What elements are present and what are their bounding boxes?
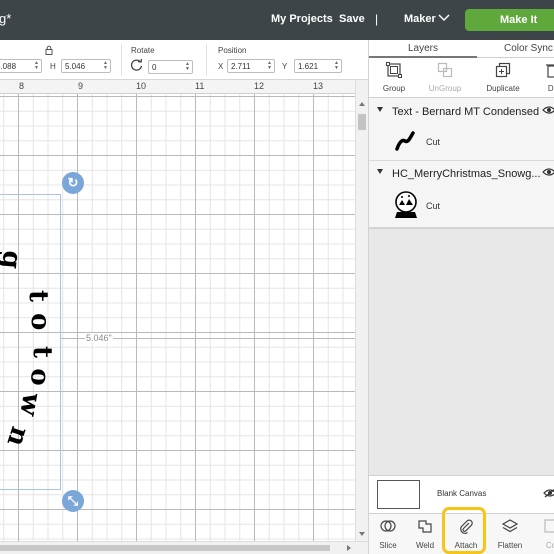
y-stepper-icon[interactable]: ▲ ▼ [334, 61, 339, 71]
layer-group-header[interactable]: Text - Bernard MT Condensed [369, 101, 554, 123]
arc-letter: o [25, 313, 55, 330]
group-icon [386, 62, 402, 78]
top-bar: g* My Projects Save | Maker Make It [0, 0, 554, 40]
panel-tabs: Layers Color Sync [369, 40, 554, 58]
x-position-field[interactable]: 2.711 ▲ ▼ [227, 59, 275, 73]
rotate-stepper-icon[interactable]: ▲ ▼ [185, 62, 190, 72]
toolbar-divider [206, 44, 207, 76]
duplicate-label: Duplicate [486, 84, 520, 93]
canvas-swatch[interactable] [377, 480, 420, 509]
arc-letter: t [27, 346, 57, 358]
contour-icon [544, 519, 554, 533]
layers-toolbar: Group UnGroup Duplicate D [369, 58, 554, 98]
layer-operation: Cut [426, 201, 441, 211]
rotate-value: 0 [152, 63, 157, 72]
rotate-icon[interactable] [130, 58, 144, 72]
design-canvas[interactable]: 8 9 10 11 12 13 5.046" g t o t o w n ↻ ⤡ [0, 80, 355, 541]
weld-icon [418, 520, 432, 533]
y-value: 1.621 [298, 62, 319, 71]
scroll-right-icon[interactable] [347, 545, 351, 551]
layer-group-name: HC_MerryChristmas_Snowg... [392, 168, 541, 180]
contour-label: Co [545, 541, 554, 550]
snowglobe-icon [395, 191, 417, 218]
rotate-label: Rotate [131, 46, 155, 55]
flatten-button[interactable]: Flatten [491, 514, 529, 554]
height-field[interactable]: 5.046 ▲ ▼ [61, 59, 111, 73]
make-it-button[interactable]: Make It [465, 9, 554, 31]
x-value: 2.711 [231, 62, 251, 71]
edit-toolbar: 6.088 ▲▼ H 5.046 ▲▼ Rotate 0 ▲▼ Position… [0, 40, 368, 80]
toolbar-divider [121, 44, 122, 76]
chevron-down-icon[interactable] [437, 11, 451, 25]
group-label: Group [382, 84, 406, 93]
scroll-down-icon[interactable] [359, 532, 365, 536]
arc-letter: t [23, 290, 53, 302]
vertical-scroll-thumb[interactable] [358, 114, 366, 130]
save-link[interactable]: Save [339, 13, 365, 25]
scroll-up-icon[interactable] [359, 102, 365, 106]
height-value: 5.046 [65, 62, 86, 71]
weld-button[interactable]: Weld [406, 514, 444, 554]
width-stepper-icon[interactable]: ▲ ▼ [34, 61, 39, 71]
my-projects-link[interactable]: My Projects [271, 13, 333, 25]
x-stepper-icon[interactable]: ▲ ▼ [267, 61, 272, 71]
layers-empty-area [369, 228, 554, 475]
expand-triangle-icon[interactable] [377, 107, 383, 112]
lock-icon[interactable] [44, 45, 54, 55]
width-field[interactable]: 6.088 ▲▼ [0, 59, 42, 73]
position-label: Position [218, 46, 247, 55]
text-glyph-icon [395, 131, 415, 151]
canvas-vertical-scrollbar[interactable] [355, 80, 368, 541]
horizontal-scroll-thumb[interactable] [0, 545, 330, 551]
blank-canvas-label: Blank Canvas [437, 489, 487, 498]
tab-layers[interactable]: Layers [408, 43, 438, 54]
contour-button[interactable]: Co [532, 514, 554, 554]
eye-icon[interactable] [542, 167, 554, 177]
tab-color-sync[interactable]: Color Sync [504, 43, 553, 54]
layer-row[interactable]: Cut [369, 123, 554, 161]
project-title: g* [0, 11, 12, 26]
eye-hidden-icon[interactable] [543, 488, 554, 498]
layers-panel: Layers Color Sync Group UnGroup Duplicat… [368, 40, 554, 554]
layer-operation: Cut [426, 137, 441, 147]
curved-text-design[interactable]: g t o t o w n [0, 80, 355, 541]
layer-group-header[interactable]: HC_MerryChristmas_Snowg... [369, 163, 554, 185]
layer-row[interactable]: Cut [369, 185, 554, 228]
arc-letter: g [0, 249, 27, 270]
width-value: 6.088 [0, 62, 17, 71]
layer-group-name: Text - Bernard MT Condensed [392, 106, 540, 118]
group-button[interactable]: Group [374, 58, 414, 98]
rotate-field[interactable]: 0 ▲ ▼ [148, 60, 193, 74]
machine-selector[interactable]: Maker [404, 13, 436, 25]
resize-handle-icon[interactable]: ⤡ [62, 490, 84, 512]
expand-triangle-icon[interactable] [377, 169, 383, 174]
rotate-handle-icon[interactable]: ↻ [62, 172, 84, 194]
topbar-separator: | [375, 12, 379, 26]
ungroup-label: UnGroup [428, 84, 462, 93]
arc-letter: o [24, 368, 55, 387]
delete-button[interactable]: De [533, 58, 554, 98]
x-label: X [218, 62, 224, 71]
flatten-icon [502, 519, 518, 533]
ungroup-button[interactable]: UnGroup [425, 58, 465, 98]
canvas-horizontal-scrollbar[interactable] [0, 541, 368, 554]
delete-icon [546, 64, 554, 78]
eye-icon[interactable] [542, 105, 554, 115]
y-label: Y [282, 62, 288, 71]
height-label: H [50, 62, 56, 71]
duplicate-button[interactable]: Duplicate [483, 58, 523, 98]
height-stepper-icon[interactable]: ▲ ▼ [103, 61, 108, 71]
arc-letter: n [0, 423, 34, 450]
duplicate-icon [495, 62, 511, 78]
design-space-app: g* My Projects Save | Maker Make It 6.08… [0, 0, 554, 554]
ungroup-icon [437, 62, 453, 78]
y-position-field[interactable]: 1.621 ▲ ▼ [294, 59, 342, 73]
slice-icon [380, 520, 396, 532]
delete-label: De [547, 84, 554, 93]
attach-highlight [442, 507, 486, 554]
arc-letter: w [13, 390, 47, 419]
